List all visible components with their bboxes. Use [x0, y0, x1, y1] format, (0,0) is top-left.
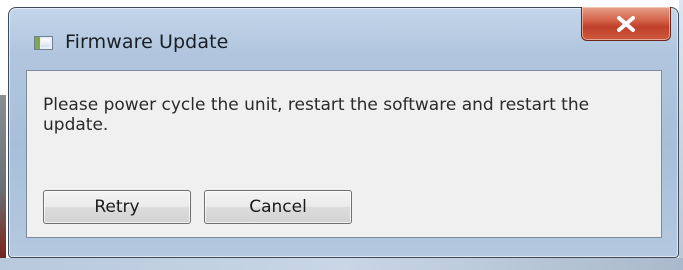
retry-button[interactable]: Retry [43, 190, 191, 224]
app-window-icon [34, 36, 53, 50]
close-button[interactable] [581, 7, 671, 41]
screen: Firmware Update Please power cycle the u… [0, 0, 683, 270]
background-window-edge-right [679, 0, 683, 270]
dialog-message: Please power cycle the unit, restart the… [43, 95, 590, 135]
close-icon [617, 15, 635, 32]
background-window-edge-bottom [0, 258, 683, 270]
dialog-title: Firmware Update [65, 31, 229, 53]
firmware-update-dialog: Firmware Update Please power cycle the u… [8, 7, 679, 258]
cancel-button[interactable]: Cancel [204, 190, 352, 224]
background-window-edge-left [0, 95, 6, 270]
dialog-content: Please power cycle the unit, restart the… [26, 70, 662, 238]
